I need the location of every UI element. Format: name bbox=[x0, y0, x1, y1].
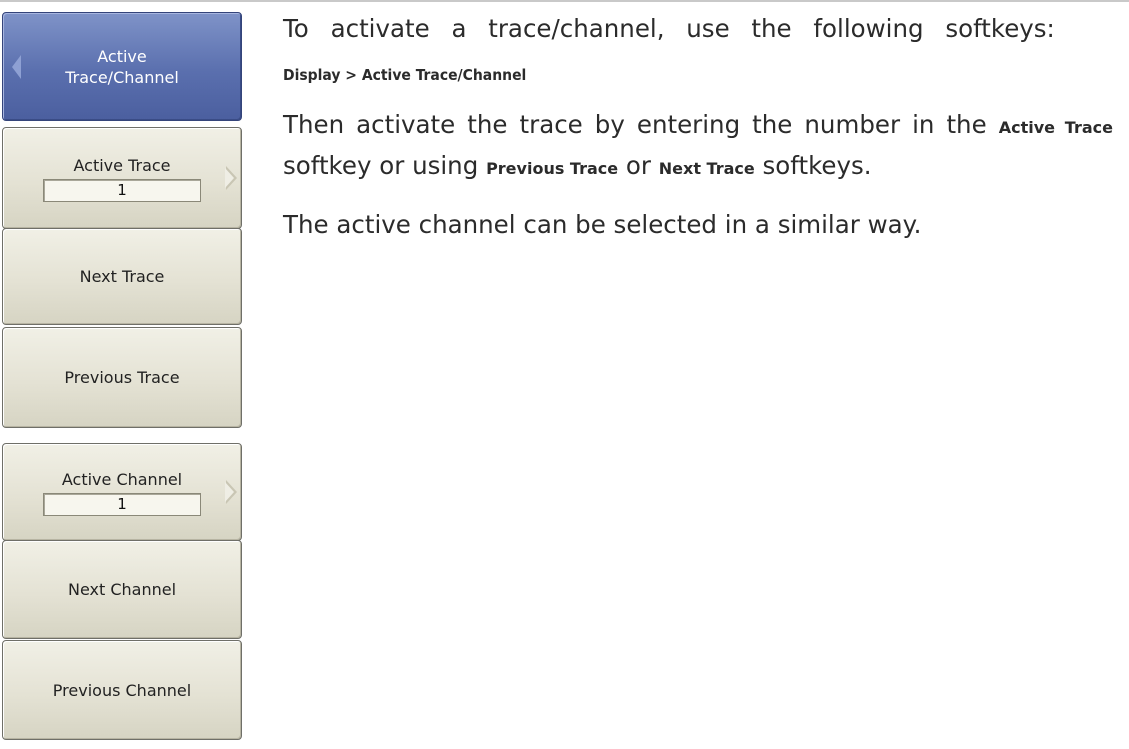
active-trace-value-field[interactable]: 1 bbox=[43, 178, 201, 202]
softkey-active-channel[interactable]: Active Channel 1 bbox=[2, 443, 242, 541]
active-channel-label: Active Channel bbox=[61, 469, 183, 489]
activation-paragraph: Then activate the trace by entering the … bbox=[283, 106, 1113, 188]
softkey-previous-trace[interactable]: Previous Trace bbox=[2, 327, 242, 428]
intro-paragraph: To activate a trace/channel, use the fol… bbox=[283, 14, 1055, 43]
p2-part-d: softkeys. bbox=[762, 151, 872, 180]
p2-keyword-previous-trace: Previous Trace bbox=[486, 159, 619, 178]
p2-part-b: softkey or using bbox=[283, 151, 479, 180]
previous-channel-label: Previous Channel bbox=[52, 680, 192, 700]
p2-part-c: or bbox=[625, 151, 651, 180]
p2-keyword-active-trace: Active Trace bbox=[998, 118, 1113, 137]
active-channel-value-field[interactable]: 1 bbox=[43, 492, 201, 516]
menu-path: Display > Active Trace/Channel bbox=[283, 66, 527, 84]
active-trace-label: Active Trace bbox=[73, 155, 171, 175]
submenu-arrow-icon bbox=[225, 166, 237, 190]
softkey-previous-channel[interactable]: Previous Channel bbox=[2, 640, 242, 740]
previous-trace-label: Previous Trace bbox=[64, 368, 180, 387]
channel-paragraph: The active channel can be selected in a … bbox=[283, 210, 922, 239]
softkey-active-trace[interactable]: Active Trace 1 bbox=[2, 127, 242, 229]
next-channel-label: Next Channel bbox=[67, 580, 177, 599]
softkey-active-trace-channel-header[interactable]: Active Trace/Channel bbox=[2, 12, 242, 121]
softkey-next-channel[interactable]: Next Channel bbox=[2, 540, 242, 639]
header-line1: Active bbox=[97, 46, 147, 66]
p2-keyword-next-trace: Next Trace bbox=[658, 159, 755, 178]
back-arrow-icon[interactable] bbox=[12, 54, 21, 79]
p2-part-a: Then activate the trace by entering the … bbox=[283, 110, 987, 139]
softkey-next-trace[interactable]: Next Trace bbox=[2, 228, 242, 325]
instruction-text: To activate a trace/channel, use the fol… bbox=[283, 10, 1113, 262]
header-line2: Trace/Channel bbox=[65, 67, 179, 87]
next-trace-label: Next Trace bbox=[79, 267, 165, 286]
top-divider bbox=[0, 0, 1129, 2]
submenu-arrow-icon bbox=[225, 480, 237, 504]
